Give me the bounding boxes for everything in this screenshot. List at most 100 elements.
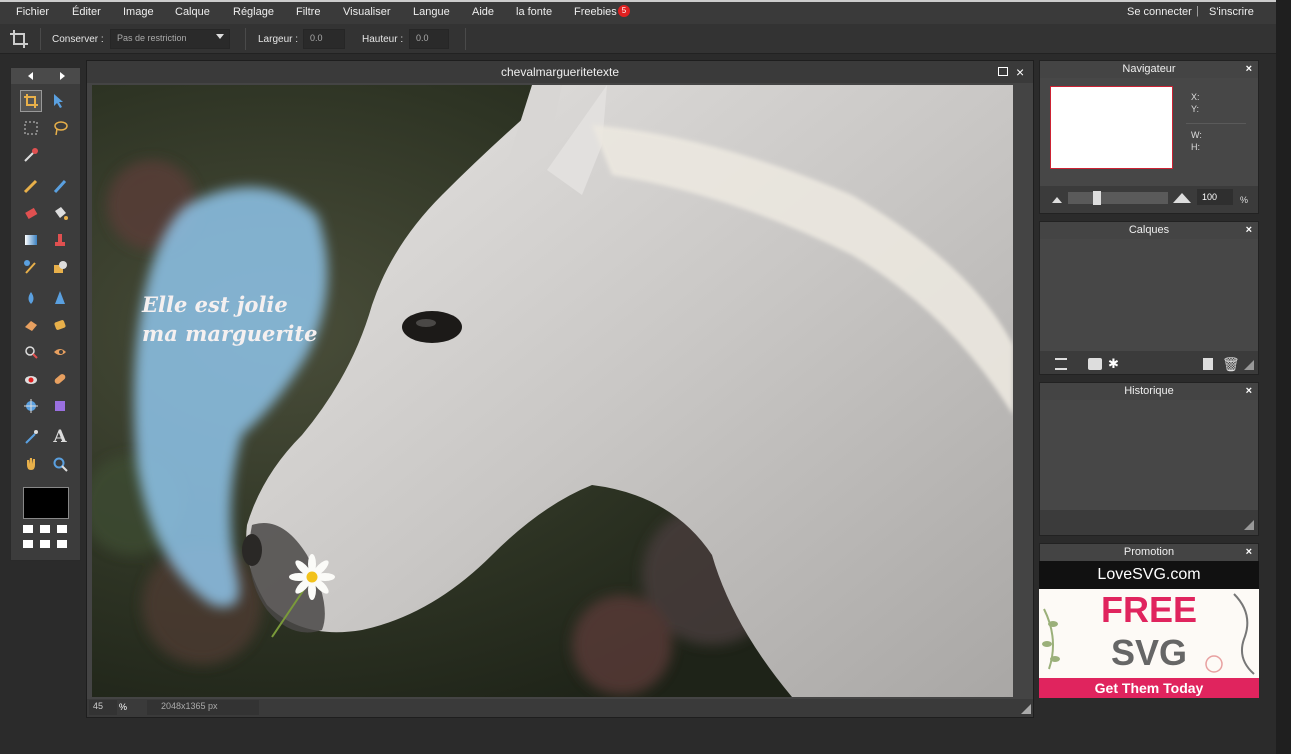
navigator-body: X: Y: W: H: bbox=[1040, 78, 1258, 186]
palette-swatch[interactable] bbox=[40, 540, 50, 548]
palette-swatch[interactable] bbox=[57, 540, 67, 548]
new-layer-icon[interactable] bbox=[1203, 358, 1213, 370]
arrow-right-icon[interactable] bbox=[60, 72, 65, 80]
navigator-header[interactable]: Navigateur × bbox=[1040, 61, 1258, 78]
hauteur-input[interactable]: 0.0 bbox=[409, 29, 449, 49]
magic-wand-tool[interactable] bbox=[20, 144, 42, 166]
promotion-header[interactable]: Promotion × bbox=[1040, 544, 1258, 561]
layer-mask-icon[interactable] bbox=[1088, 358, 1102, 370]
blur-tool[interactable] bbox=[20, 287, 42, 309]
shape-tool[interactable] bbox=[49, 256, 71, 278]
sharpen-tool[interactable] bbox=[49, 287, 71, 309]
window-scrollbar[interactable] bbox=[1276, 0, 1291, 754]
close-icon[interactable]: × bbox=[1246, 222, 1252, 239]
options-divider bbox=[245, 28, 246, 50]
layers-list[interactable] bbox=[1040, 239, 1258, 351]
document-title-bar[interactable]: chevalmargueritetexte × bbox=[87, 61, 1033, 83]
history-panel: Historique × bbox=[1039, 382, 1259, 536]
red-eye-tool[interactable] bbox=[20, 368, 42, 390]
close-icon[interactable]: × bbox=[1246, 61, 1252, 78]
zoom-in-mountain-icon[interactable] bbox=[1173, 193, 1191, 203]
brush-tool[interactable] bbox=[49, 175, 71, 197]
menu-filtre[interactable]: Filtre bbox=[296, 6, 320, 18]
pinch-tool[interactable] bbox=[49, 395, 71, 417]
layer-settings-icon[interactable] bbox=[1055, 358, 1067, 370]
close-icon[interactable]: × bbox=[1246, 383, 1252, 400]
menu-reglage[interactable]: Réglage bbox=[233, 6, 274, 18]
largeur-input[interactable]: 0.0 bbox=[303, 29, 345, 49]
clone-stamp-tool[interactable] bbox=[49, 229, 71, 251]
close-icon[interactable]: × bbox=[1246, 544, 1252, 561]
freebies-badge: 5 bbox=[618, 5, 630, 17]
sponge-tool[interactable] bbox=[49, 314, 71, 336]
resize-grip-icon[interactable] bbox=[1021, 704, 1031, 714]
image-canvas[interactable]: Elle est jolie ma marguerite bbox=[92, 85, 1013, 697]
foreground-color-swatch[interactable] bbox=[23, 487, 69, 519]
eraser-tool[interactable] bbox=[20, 202, 42, 224]
layers-toolbar: ✱ 🗑 bbox=[1040, 354, 1258, 374]
navigator-title: Navigateur bbox=[1122, 63, 1176, 75]
close-icon[interactable]: × bbox=[1016, 61, 1024, 83]
bloat-tool[interactable] bbox=[20, 395, 42, 417]
navigator-zoom-input[interactable]: 100 bbox=[1197, 189, 1233, 205]
hand-tool[interactable] bbox=[20, 453, 42, 475]
palette-swatch[interactable] bbox=[40, 525, 50, 533]
palette-swatch[interactable] bbox=[23, 525, 33, 533]
toolbox: A bbox=[10, 67, 81, 561]
conserver-select[interactable]: Pas de restriction bbox=[110, 29, 230, 49]
history-list[interactable] bbox=[1040, 400, 1258, 510]
menu-calque[interactable]: Calque bbox=[175, 6, 210, 18]
marquee-tool[interactable] bbox=[20, 117, 42, 139]
history-header[interactable]: Historique × bbox=[1040, 383, 1258, 400]
layers-header[interactable]: Calques × bbox=[1040, 222, 1258, 239]
promo-svg-text: SVG bbox=[1110, 632, 1188, 673]
promotion-panel: Promotion × bbox=[1039, 543, 1259, 561]
menu-image[interactable]: Image bbox=[123, 6, 154, 18]
navigator-preview[interactable] bbox=[1050, 86, 1173, 169]
zoom-tool[interactable] bbox=[49, 453, 71, 475]
eyedropper-tool[interactable] bbox=[20, 426, 42, 448]
document-window: chevalmargueritetexte × Elle est jolie m… bbox=[86, 60, 1034, 718]
zoom-unit: % bbox=[119, 702, 128, 712]
gradient-tool[interactable] bbox=[20, 229, 42, 251]
restore-window-icon[interactable] bbox=[998, 67, 1008, 76]
palette-swatch[interactable] bbox=[57, 525, 67, 533]
zoom-input[interactable]: 45 bbox=[89, 700, 117, 715]
login-link[interactable]: Se connecter bbox=[1127, 6, 1192, 18]
text-tool[interactable]: A bbox=[49, 426, 71, 448]
spot-heal-tool[interactable] bbox=[49, 368, 71, 390]
pencil-tool[interactable] bbox=[20, 175, 42, 197]
menu-fichier[interactable]: Fichier bbox=[16, 6, 49, 18]
resize-grip-icon[interactable] bbox=[1244, 520, 1254, 530]
paint-bucket-tool[interactable] bbox=[49, 202, 71, 224]
lasso-tool[interactable] bbox=[49, 117, 71, 139]
nav-w-label: W: bbox=[1191, 130, 1202, 140]
move-tool[interactable] bbox=[49, 90, 71, 112]
nav-y-label: Y: bbox=[1191, 104, 1200, 114]
menu-editer[interactable]: Éditer bbox=[72, 6, 101, 18]
dodge-tool[interactable] bbox=[20, 341, 42, 363]
palette-swatch[interactable] bbox=[23, 540, 33, 548]
navigator-zoom-slider[interactable] bbox=[1068, 191, 1168, 205]
menu-freebies[interactable]: Freebies bbox=[574, 6, 617, 18]
menu-visualiser[interactable]: Visualiser bbox=[343, 6, 391, 18]
menu-langue[interactable]: Langue bbox=[413, 6, 450, 18]
signup-link[interactable]: S'inscrire bbox=[1209, 6, 1254, 18]
layer-style-icon[interactable]: ✱ bbox=[1108, 356, 1119, 372]
menu-aide[interactable]: Aide bbox=[472, 6, 494, 18]
navigator-panel: Navigateur × X: Y: W: H: 100 % bbox=[1039, 60, 1259, 214]
canvas-text-layer[interactable]: Elle est jolie ma marguerite bbox=[142, 290, 317, 348]
color-replace-tool[interactable] bbox=[20, 256, 42, 278]
smudge-tool[interactable] bbox=[20, 314, 42, 336]
nav-h-label: H: bbox=[1191, 142, 1200, 152]
trash-icon[interactable]: 🗑 bbox=[1222, 356, 1240, 373]
burn-tool[interactable] bbox=[49, 341, 71, 363]
resize-grip-icon[interactable] bbox=[1244, 360, 1254, 370]
promotion-ad[interactable]: LoveSVG.com FREE SVG Get Them Today bbox=[1039, 561, 1259, 698]
crop-tool[interactable] bbox=[20, 90, 42, 112]
zoom-out-mountain-icon[interactable] bbox=[1052, 197, 1062, 203]
slider-thumb[interactable] bbox=[1093, 191, 1101, 205]
arrow-left-icon[interactable] bbox=[28, 72, 33, 80]
promo-cta-button[interactable]: Get Them Today bbox=[1039, 678, 1259, 698]
menu-la-fonte[interactable]: la fonte bbox=[516, 6, 552, 18]
